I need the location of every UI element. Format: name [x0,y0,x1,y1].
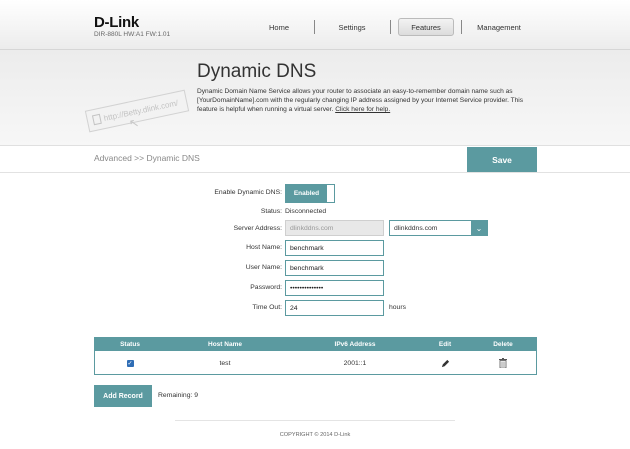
host-name-field[interactable]: benchmark [285,240,384,256]
cursor-icon: ↖ [127,115,141,131]
nav-features[interactable]: Features [398,18,454,36]
document-icon [91,113,102,126]
timeout-field[interactable]: 24 [285,300,384,316]
nav-divider [461,20,462,34]
column-edit: Edit [438,341,452,348]
timeout-unit: hours [389,304,407,311]
host-name-label: Host Name: [246,244,282,251]
password-field[interactable]: •••••••••••••• [285,280,384,296]
server-select-value: dlinkddns.com [394,224,438,232]
page-description: Dynamic Domain Name Service allows your … [197,87,542,114]
nav-settings[interactable]: Settings [320,18,384,36]
server-address-select[interactable]: dlinkddns.com ⌄ [389,220,488,236]
enable-ddns-toggle[interactable]: Enabled [285,184,335,203]
column-status: Status [120,341,140,348]
footer-divider [175,420,455,421]
trash-icon[interactable] [473,354,533,372]
toggle-state: Enabled [286,185,327,202]
status-value: Disconnected [285,208,327,215]
row-status-cell: ✓ [95,354,165,372]
column-ipv6-address: IPv6 Address [334,341,376,348]
brand-logo: D-Link [94,14,139,31]
row-host-name: test [219,359,231,367]
save-button[interactable]: Save [467,147,537,172]
breadcrumb: Advanced >> Dynamic DNS [94,153,200,163]
ddns-records-table: Status Host Name IPv6 Address Edit Delet… [94,337,537,375]
table-header: Status Host Name IPv6 Address Edit Delet… [95,338,536,351]
status-label: Status: [260,208,282,215]
page-title: Dynamic DNS [197,61,317,82]
enable-ddns-label: Enable Dynamic DNS: [214,189,282,196]
top-bar: D-Link DIR-880L HW:A1 FW:1.01 Home Setti… [0,0,630,50]
password-label: Password: [250,284,282,291]
nav-home[interactable]: Home [250,18,308,36]
copyright: COPYRIGHT © 2014 D-Link [279,432,351,438]
row-ipv6-address: 2001::1 [343,359,367,367]
remaining-count: Remaining: 9 [158,392,199,399]
add-record-button[interactable]: Add Record [94,385,152,407]
nav-management[interactable]: Management [466,18,532,36]
hardware-info: DIR-880L HW:A1 FW:1.01 [94,31,171,38]
column-delete: Delete [493,341,513,348]
user-name-label: User Name: [245,264,282,271]
divider [0,172,630,173]
nav-divider [390,20,391,34]
column-host-name: Host Name [208,341,242,348]
chevron-down-icon: ⌄ [471,221,487,235]
pencil-icon[interactable] [415,354,475,372]
server-address-label: Server Address: [233,225,282,232]
user-name-field[interactable]: benchmark [285,260,384,276]
checkbox-icon[interactable]: ✓ [126,359,134,367]
server-address-field[interactable]: dlinkddns.com [285,220,384,236]
nav-divider [314,20,315,34]
help-link[interactable]: Click here for help. [335,106,390,113]
timeout-label: Time Out: [252,304,282,311]
